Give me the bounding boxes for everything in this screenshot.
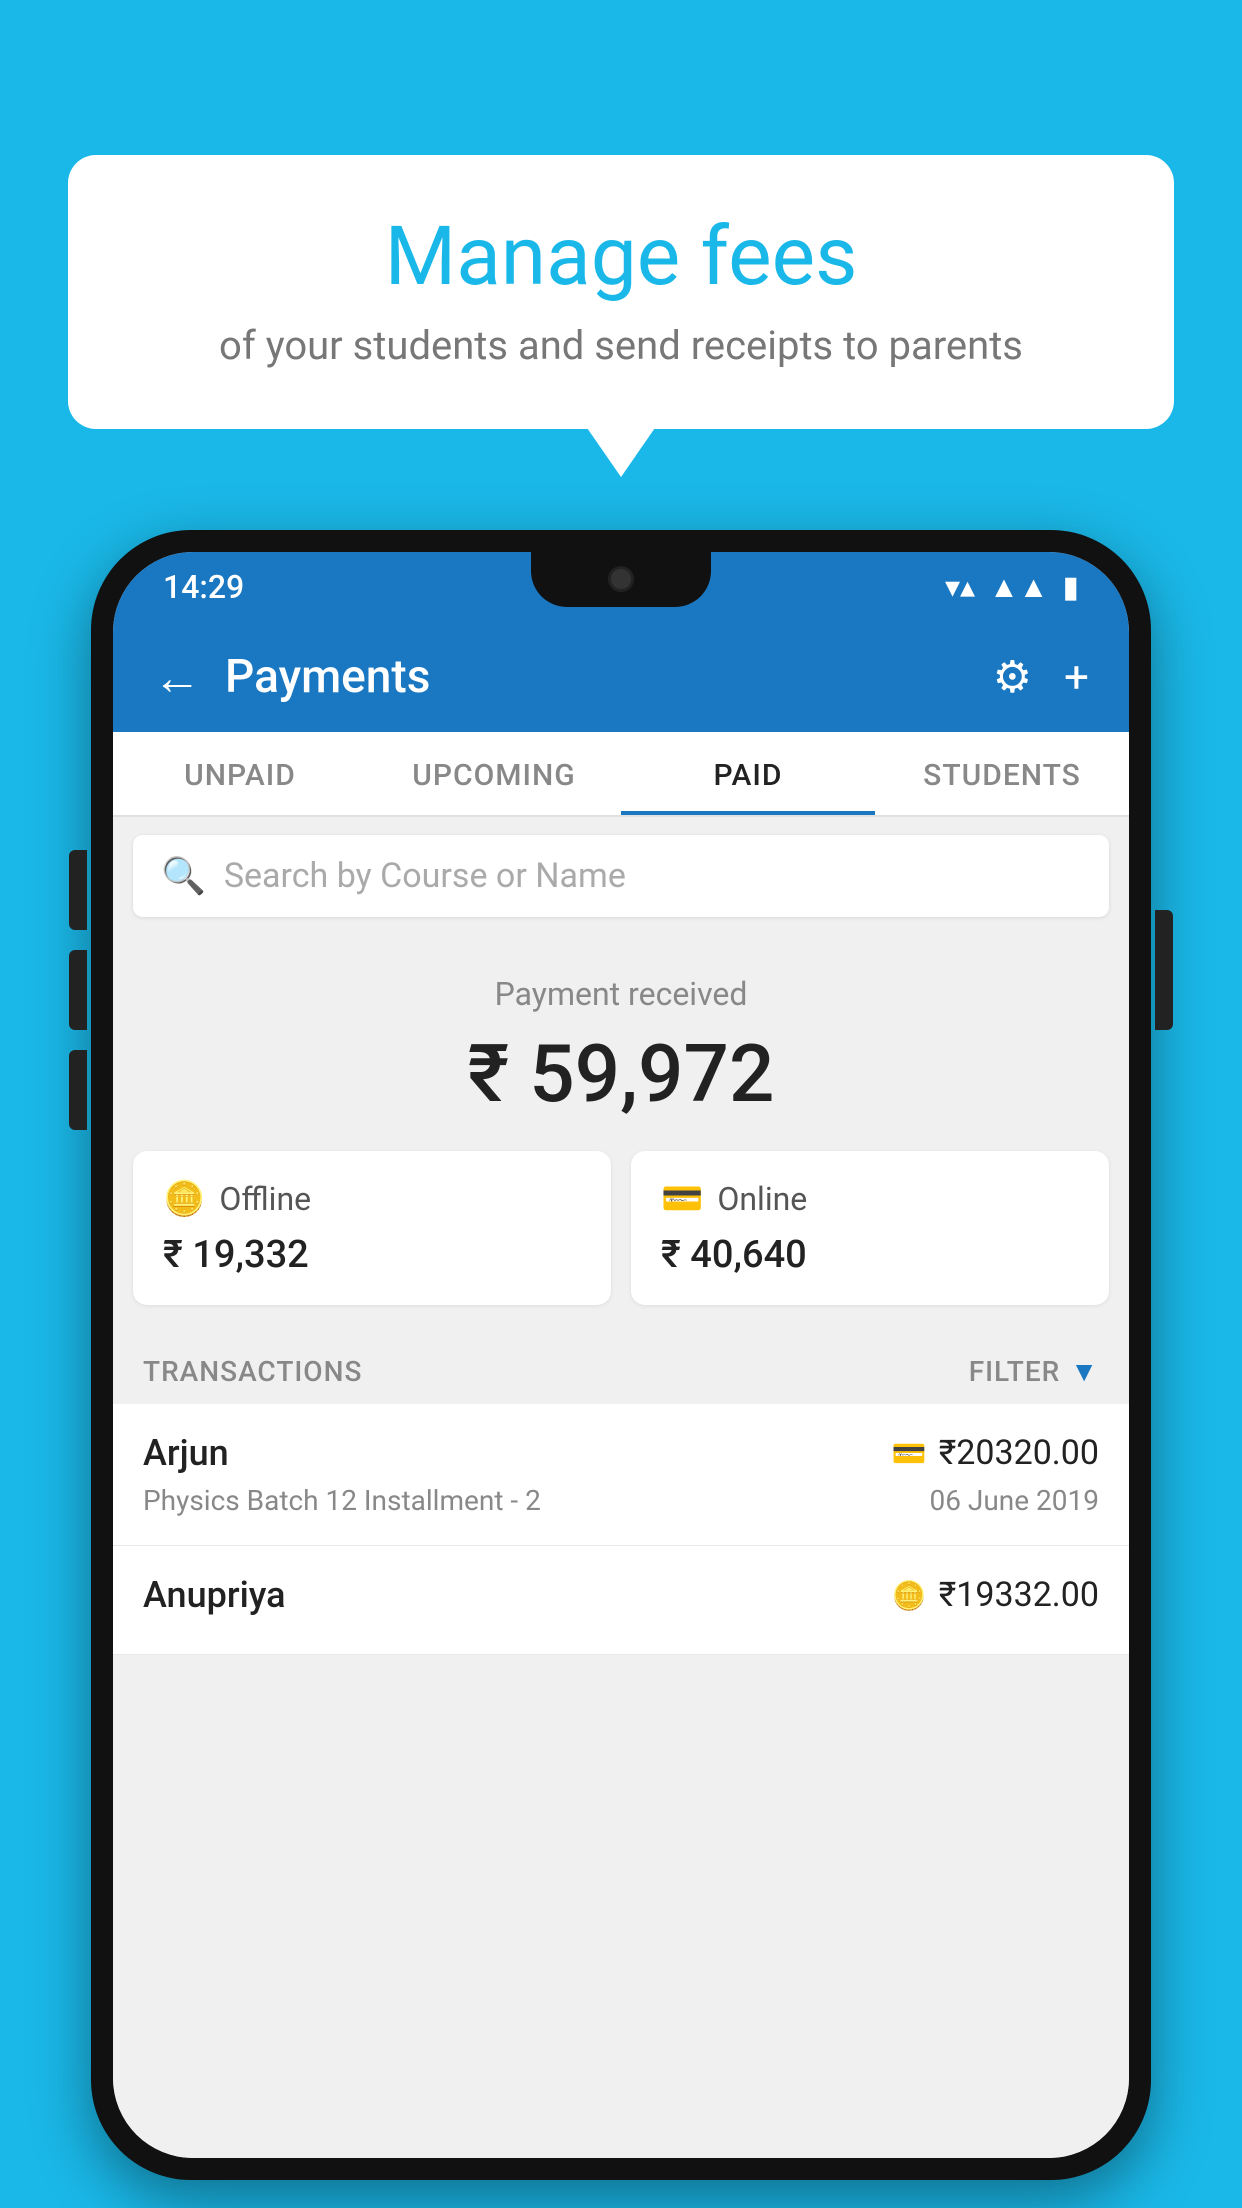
status-icons: ▾▴ ▲▲ ▮ <box>945 570 1079 605</box>
payment-received-section: Payment received ₹ 59,972 <box>113 935 1129 1151</box>
search-input[interactable]: Search by Course or Name <box>224 856 626 896</box>
transaction-top: Anupriya 🪙 ₹19332.00 <box>143 1574 1099 1616</box>
transaction-amount-wrap: 🪙 ₹19332.00 <box>892 1575 1099 1615</box>
payment-received-amount: ₹ 59,972 <box>113 1027 1129 1121</box>
transaction-bottom: Physics Batch 12 Installment - 2 06 June… <box>143 1484 1099 1517</box>
offline-label: Offline <box>219 1180 311 1218</box>
filter-button[interactable]: FILTER ▼ <box>969 1355 1099 1388</box>
app-title: Payments <box>225 650 993 704</box>
offline-icon: 🪙 <box>163 1179 205 1219</box>
filter-label: FILTER <box>969 1355 1061 1388</box>
card-payment-icon: 💳 <box>892 1437 927 1470</box>
wifi-icon: ▾▴ <box>945 570 975 605</box>
tab-upcoming[interactable]: UPCOMING <box>367 732 621 815</box>
online-payment-card: 💳 Online ₹ 40,640 <box>631 1151 1109 1305</box>
transaction-name: Arjun <box>143 1432 229 1474</box>
phone-container: 14:29 ▾▴ ▲▲ ▮ ← Payments ⚙ + UNPAID <box>91 530 1151 2180</box>
phone-notch <box>531 552 711 607</box>
online-label: Online <box>717 1180 807 1218</box>
transaction-amount: ₹19332.00 <box>939 1575 1099 1615</box>
signal-icon: ▲▲ <box>989 570 1048 605</box>
bubble-title: Manage fees <box>128 210 1114 304</box>
online-amount: ₹ 40,640 <box>661 1233 1079 1277</box>
tab-students[interactable]: STUDENTS <box>875 732 1129 815</box>
speech-bubble: Manage fees of your students and send re… <box>68 155 1174 429</box>
offline-payment-icon: 🪙 <box>892 1579 927 1612</box>
transaction-desc: Physics Batch 12 Installment - 2 <box>143 1484 541 1517</box>
transaction-amount-wrap: 💳 ₹20320.00 <box>892 1433 1099 1473</box>
app-bar-actions: ⚙ + <box>993 651 1089 703</box>
table-row[interactable]: Arjun 💳 ₹20320.00 Physics Batch 12 Insta… <box>113 1404 1129 1546</box>
online-card-header: 💳 Online <box>661 1179 1079 1219</box>
status-time: 14:29 <box>163 568 244 606</box>
payment-received-label: Payment received <box>113 975 1129 1013</box>
filter-icon: ▼ <box>1070 1355 1099 1388</box>
tab-unpaid[interactable]: UNPAID <box>113 732 367 815</box>
back-button[interactable]: ← <box>153 649 201 706</box>
app-bar: ← Payments ⚙ + <box>113 622 1129 732</box>
add-button[interactable]: + <box>1064 651 1089 703</box>
transactions-header: TRANSACTIONS FILTER ▼ <box>113 1335 1129 1404</box>
bubble-subtitle: of your students and send receipts to pa… <box>128 322 1114 369</box>
transaction-amount: ₹20320.00 <box>939 1433 1099 1473</box>
transaction-name: Anupriya <box>143 1574 286 1616</box>
offline-payment-card: 🪙 Offline ₹ 19,332 <box>133 1151 611 1305</box>
camera <box>608 566 634 592</box>
transaction-date: 06 June 2019 <box>929 1484 1099 1517</box>
transactions-label: TRANSACTIONS <box>143 1355 362 1388</box>
battery-icon: ▮ <box>1062 570 1079 605</box>
table-row[interactable]: Anupriya 🪙 ₹19332.00 <box>113 1546 1129 1655</box>
offline-amount: ₹ 19,332 <box>163 1233 581 1277</box>
search-icon: 🔍 <box>161 855 206 897</box>
tabs-bar: UNPAID UPCOMING PAID STUDENTS <box>113 732 1129 817</box>
phone-frame: 14:29 ▾▴ ▲▲ ▮ ← Payments ⚙ + UNPAID <box>91 530 1151 2180</box>
search-bar[interactable]: 🔍 Search by Course or Name <box>133 835 1109 917</box>
settings-icon[interactable]: ⚙ <box>993 651 1032 703</box>
phone-screen: 14:29 ▾▴ ▲▲ ▮ ← Payments ⚙ + UNPAID <box>113 552 1129 2158</box>
content-area: 🔍 Search by Course or Name Payment recei… <box>113 817 1129 2158</box>
offline-card-header: 🪙 Offline <box>163 1179 581 1219</box>
payment-cards: 🪙 Offline ₹ 19,332 💳 Online ₹ 40,640 <box>113 1151 1129 1335</box>
transaction-top: Arjun 💳 ₹20320.00 <box>143 1432 1099 1474</box>
tab-paid[interactable]: PAID <box>621 732 875 815</box>
online-icon: 💳 <box>661 1179 703 1219</box>
